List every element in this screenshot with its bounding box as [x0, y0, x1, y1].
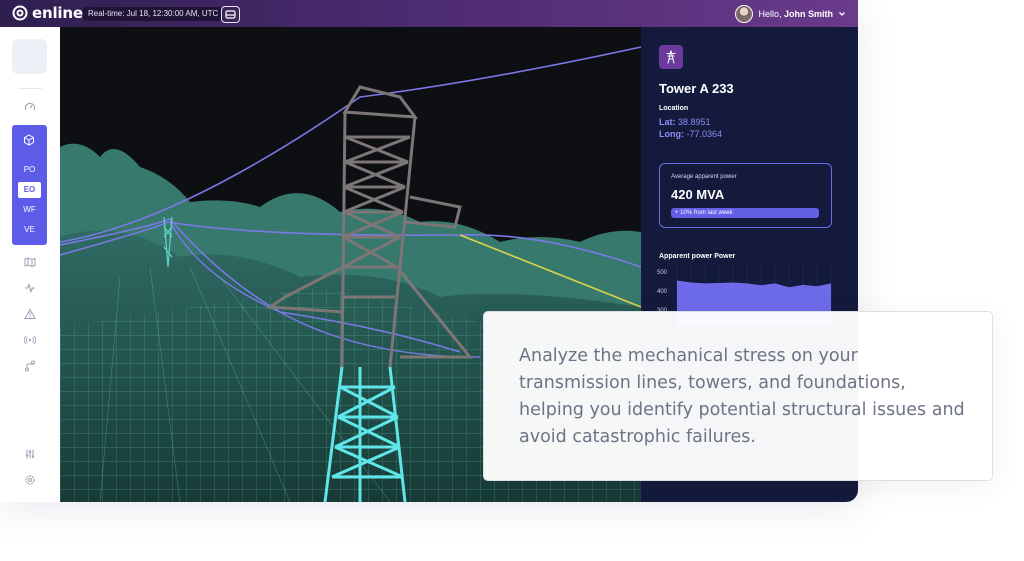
tower-pin-badge [659, 45, 683, 69]
sidebar: PO EO WF VE [0, 27, 60, 502]
sliders-icon[interactable] [20, 444, 40, 464]
long-value: -77.0364 [686, 129, 723, 139]
avatar [735, 5, 754, 23]
brand-logo[interactable]: enline [12, 4, 83, 22]
sidebar-header-tile[interactable] [12, 39, 47, 74]
layers-button[interactable] [221, 6, 240, 23]
user-greeting: Hello, John Smith [758, 9, 833, 19]
user-name: John Smith [784, 9, 833, 19]
chart-title: Apparent power Power [659, 253, 736, 260]
lat-value: 38.8951 [678, 117, 711, 127]
brand-name: enline [32, 4, 83, 22]
broadcast-icon[interactable] [20, 330, 40, 350]
chevron-down-icon [839, 12, 845, 16]
average-power-card: Average apparent power 420 MVA + 10% fro… [659, 163, 832, 228]
sidebar-group-assets: PO EO WF VE [12, 125, 47, 245]
enline-logo-icon [12, 5, 28, 21]
top-bar: enline Real-time: Jul 18, 12:30:00 AM, U… [0, 0, 858, 27]
cube-icon[interactable] [23, 134, 35, 146]
y-tick-label: 500 [657, 270, 668, 276]
transmission-tower-icon [666, 50, 676, 64]
sidebar-item-po[interactable]: PO [18, 162, 41, 178]
gauge-icon[interactable] [20, 97, 40, 117]
settings-icon[interactable] [20, 470, 40, 490]
route-icon[interactable] [20, 356, 40, 376]
latitude: Lat: 38.8951 [659, 117, 711, 127]
callout-text: Analyze the mechanical stress on your tr… [519, 346, 965, 447]
sidebar-item-ve[interactable]: VE [18, 222, 41, 238]
trend-badge: + 10% from last week [671, 208, 819, 218]
sidebar-item-wf[interactable]: WF [18, 202, 41, 218]
sidebar-divider [18, 88, 42, 89]
lat-label: Lat: [659, 117, 676, 127]
location-label: Location [659, 105, 689, 112]
long-label: Long: [659, 129, 684, 139]
activity-icon[interactable] [20, 278, 40, 298]
feature-callout: Analyze the mechanical stress on your tr… [483, 311, 993, 481]
user-menu[interactable]: Hello, John Smith [735, 5, 846, 23]
power-card-label: Average apparent power [671, 174, 737, 180]
sidebar-item-eo[interactable]: EO [18, 182, 41, 198]
realtime-clock: Real-time: Jul 18, 12:30:00 AM, UTC [83, 7, 224, 21]
longitude: Long: -77.0364 [659, 129, 722, 139]
greeting-text: Hello, [758, 9, 782, 19]
map-icon[interactable] [20, 252, 40, 272]
power-card-value: 420 MVA [671, 187, 725, 202]
y-tick-label: 400 [657, 289, 668, 295]
inbox-icon [225, 10, 236, 19]
warning-icon[interactable] [20, 304, 40, 324]
tower-title: Tower A 233 [659, 81, 734, 96]
